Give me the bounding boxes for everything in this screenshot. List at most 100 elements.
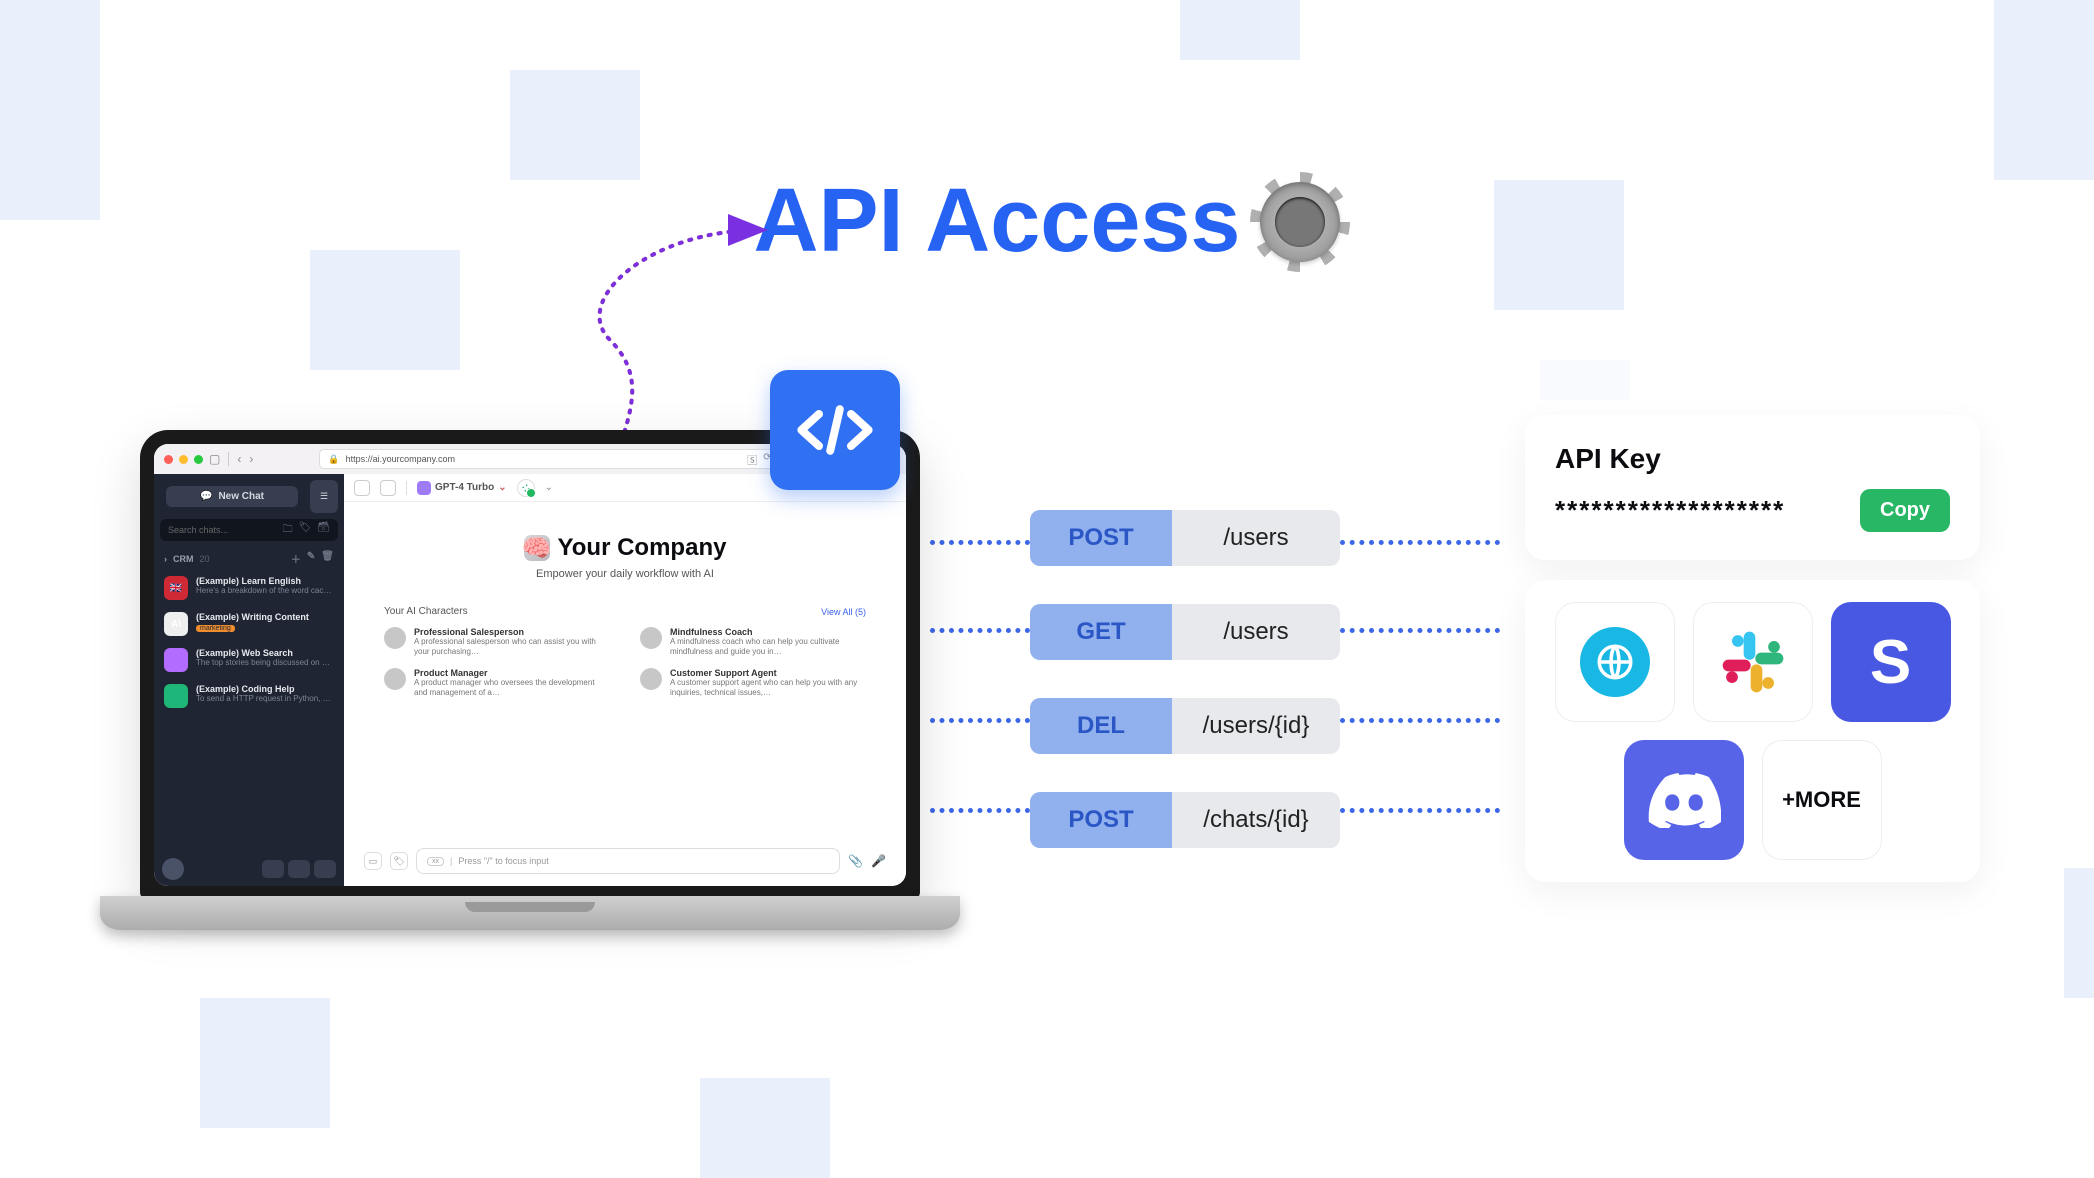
bg-square [2064,868,2094,998]
view-all-link[interactable]: View All (5) [821,607,866,617]
endpoint-row: POST /users [1030,510,1340,566]
minimize-icon[interactable] [179,455,188,464]
http-method: GET [1030,604,1172,660]
http-method: POST [1030,792,1172,848]
company-subtitle: Empower your daily workflow with AI [364,568,886,580]
book-icon[interactable]: ▭ [364,852,382,870]
forward-icon[interactable]: › [249,452,253,466]
app-main: GPT-4 Turbo ⌄ ⌄ 🧠 Your Company [344,474,906,886]
mic-icon[interactable]: 🎤 [871,854,886,868]
page-title: API Access [754,170,1241,273]
chat-thumb: A\ [164,612,188,636]
chat-tag: marketing [196,625,235,632]
character-card[interactable]: Professional Salesperson A professional … [384,627,610,658]
chat-title: (Example) Writing Content [196,612,309,622]
model-icon [417,481,431,495]
reader-icon[interactable]: 🅂 [747,452,757,467]
copy-button[interactable]: Copy [1860,489,1950,532]
api-key-card: API Key ******************* Copy [1525,415,1980,560]
card-icon[interactable] [262,860,284,878]
maximize-icon[interactable] [194,455,203,464]
bg-square [1994,0,2094,180]
panel-icon[interactable] [354,480,370,496]
traffic-lights [164,455,203,464]
api-key-value: ******************* [1555,495,1785,526]
integration-more[interactable]: +MORE [1762,740,1882,860]
chat-item[interactable]: (Example) Coding Help To send a HTTP req… [154,678,344,714]
star-icon[interactable] [288,860,310,878]
character-card[interactable]: Customer Support Agent A customer suppor… [640,668,866,699]
heading-row: API Access [0,170,2094,273]
chat-item[interactable]: A\ (Example) Writing Content marketing [154,606,344,642]
sidebar-footer [154,852,344,886]
code-icon [770,370,900,490]
add-icon[interactable]: ＋ [291,551,301,566]
http-path: /users [1172,510,1340,566]
back-icon[interactable]: ‹ [237,452,241,466]
api-endpoints: POST /users GET /users DEL /users/{id} P… [1030,510,1340,848]
character-desc: A customer support agent who can help yo… [670,678,866,699]
plugin-icon[interactable] [517,479,535,497]
close-icon[interactable] [164,455,173,464]
characters-heading: Your AI Characters [384,606,468,617]
voice-badge: xx [427,857,444,866]
integration-stripe[interactable]: S [1831,602,1951,722]
folder-icon[interactable]: 🗀 [283,522,293,539]
attach-icon[interactable]: 📎 [848,854,863,868]
integration-web[interactable] [1555,602,1675,722]
gear-icon [1260,182,1340,262]
chat-item[interactable]: 🇬🇧 (Example) Learn English Here's a brea… [154,570,344,606]
trash-icon[interactable]: 🗑 [321,551,334,566]
chat-item[interactable]: (Example) Web Search The top stories bei… [154,642,344,678]
brain-icon: 🧠 [524,535,550,561]
chat-title: (Example) Learn English [196,576,331,586]
slack-icon [1718,627,1788,697]
connector-line [1340,808,1500,813]
character-card[interactable]: Product Manager A product manager who ov… [384,668,610,699]
character-name: Mindfulness Coach [670,627,866,637]
http-path: /users [1172,604,1340,660]
input-placeholder: Press "/" to focus input [458,856,548,866]
discord-icon [1647,772,1721,828]
laptop-base [100,896,960,930]
tag-icon[interactable]: 🏷 [299,522,312,539]
avatar[interactable] [162,858,184,880]
character-name: Professional Salesperson [414,627,610,637]
compose-bar: ▭ 🏷 xx | Press "/" to focus input 📎 🎤 [344,838,906,886]
archive-icon[interactable]: 🗃 [317,522,330,539]
edit-icon[interactable]: ✎ [307,551,315,566]
divider [228,452,229,466]
search-input[interactable]: Search chats... 🗀 🏷 🗃 [160,519,338,541]
chevron-down-icon[interactable]: ⌄ [545,482,553,493]
model-name: GPT-4 Turbo [435,482,494,493]
new-chat-label: New Chat [218,491,264,502]
connector-line [1340,718,1500,723]
new-chat-button[interactable]: 💬 New Chat [166,486,298,507]
character-card[interactable]: Mindfulness Coach A mindfulness coach wh… [640,627,866,658]
hero: 🧠 Your Company Empower your daily workfl… [344,502,906,590]
more-label: +MORE [1782,787,1861,813]
app-sidebar: 💬 New Chat ☰ Search chats... 🗀 🏷 🗃 [154,474,344,886]
folder-name: CRM [173,554,194,564]
integration-slack[interactable] [1693,602,1813,722]
folder-count: 20 [200,554,210,564]
chat-title: (Example) Coding Help [196,684,334,694]
avatar [384,627,406,649]
url-bar[interactable]: 🔒 https://ai.yourcompany.com 🅂 ⟳ [319,449,780,469]
chat-thumb: 🇬🇧 [164,576,188,600]
tag-icon[interactable]: 🏷 [390,852,408,870]
folder-header[interactable]: › CRM 20 ＋ ✎ 🗑 [154,547,344,570]
bg-square [510,70,640,180]
endpoint-row: POST /chats/{id} [1030,792,1340,848]
model-selector[interactable]: GPT-4 Turbo ⌄ [417,481,507,495]
sidebar-toggle-icon[interactable]: ▢ [209,452,220,466]
chat-title: (Example) Web Search [196,648,334,658]
integration-discord[interactable] [1624,740,1744,860]
search-placeholder: Search chats... [168,525,228,535]
chat-thumb [164,648,188,672]
menu-icon[interactable]: ☰ [310,480,338,513]
panel-icon[interactable] [380,480,396,496]
api-key-label: API Key [1555,443,1950,475]
cloud-icon[interactable] [314,860,336,878]
message-input[interactable]: xx | Press "/" to focus input [416,848,840,874]
